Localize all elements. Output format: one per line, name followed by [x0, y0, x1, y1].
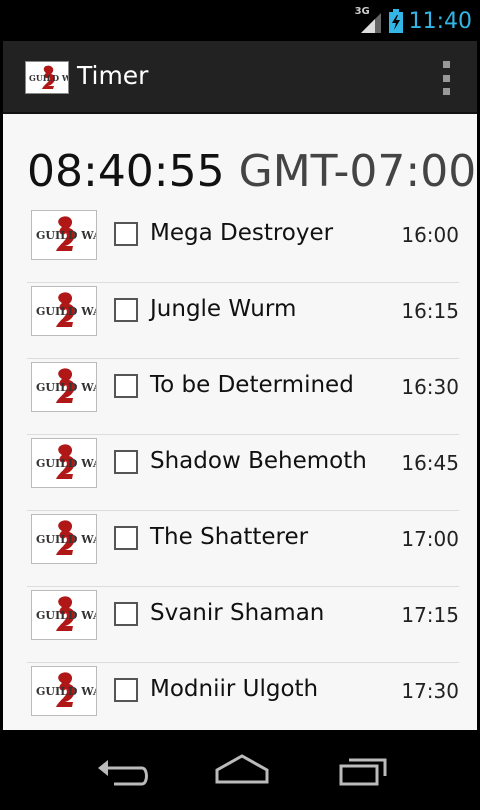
event-checkbox[interactable] — [114, 602, 138, 626]
guild-wars-logo-icon: GUILD WARS — [31, 514, 97, 564]
event-time: 16:30 — [401, 375, 459, 399]
status-bar: 3G 11:40 — [0, 0, 480, 41]
home-icon[interactable] — [212, 748, 272, 792]
list-item[interactable]: GUILD WARS The Shatterer 17:00 — [27, 511, 459, 587]
overflow-menu-icon[interactable] — [441, 61, 451, 95]
event-name: Shadow Behemoth — [150, 448, 367, 474]
list-item[interactable]: GUILD WARS Mega Destroyer 16:00 — [27, 207, 459, 283]
guild-wars-logo-icon: GUILD WARS — [31, 210, 97, 260]
svg-text:GUILD WARS: GUILD WARS — [36, 533, 96, 546]
event-checkbox[interactable] — [114, 374, 138, 398]
event-name: Modniir Ulgoth — [150, 676, 319, 702]
svg-text:GUILD WARS: GUILD WARS — [29, 73, 68, 83]
event-name: Jungle Wurm — [150, 296, 297, 322]
event-name: Mega Destroyer — [150, 220, 334, 246]
svg-text:GUILD WARS: GUILD WARS — [36, 229, 96, 242]
current-time-display: 08:40:55 GMT-07:00 — [27, 146, 476, 197]
signal-icon: 3G — [355, 6, 383, 34]
event-time: 16:00 — [401, 223, 459, 247]
navigation-bar — [0, 730, 480, 810]
status-clock: 11:40 — [408, 8, 472, 34]
guild-wars-logo-icon: GUILD WARS — [31, 666, 97, 716]
battery-charging-icon — [388, 9, 403, 33]
guild-wars-logo-icon: GUILD WARS — [31, 362, 97, 412]
guild-wars-logo-icon: GUILD WARS — [31, 286, 97, 336]
event-time: 17:00 — [401, 527, 459, 551]
event-time: 16:15 — [401, 299, 459, 323]
svg-text:GUILD WARS: GUILD WARS — [36, 381, 96, 394]
event-checkbox[interactable] — [114, 222, 138, 246]
list-item[interactable]: GUILD WARS Svanir Shaman 17:15 — [27, 587, 459, 663]
main-content: 08:40:55 GMT-07:00 GUILD WARS Mega Destr… — [3, 114, 477, 730]
event-time: 17:15 — [401, 603, 459, 627]
svg-text:GUILD WARS: GUILD WARS — [36, 609, 96, 622]
event-name: The Shatterer — [150, 524, 309, 550]
status-icons: 3G 11:40 — [355, 6, 472, 36]
svg-text:GUILD WARS: GUILD WARS — [36, 685, 96, 698]
list-item[interactable]: GUILD WARS Modniir Ulgoth 17:30 — [27, 663, 459, 730]
event-checkbox[interactable] — [114, 678, 138, 702]
event-checkbox[interactable] — [114, 450, 138, 474]
event-time: 16:45 — [401, 451, 459, 475]
event-list: GUILD WARS Mega Destroyer 16:00 GUILD WA… — [27, 207, 459, 730]
event-checkbox[interactable] — [114, 526, 138, 550]
recent-apps-icon[interactable] — [333, 748, 393, 792]
event-time: 17:30 — [401, 679, 459, 703]
event-name: Svanir Shaman — [150, 600, 325, 626]
app-title: Timer — [77, 61, 149, 90]
current-time: 08:40:55 — [27, 146, 225, 197]
guild-wars-logo-icon[interactable]: GUILD WARS — [25, 61, 89, 94]
event-checkbox[interactable] — [114, 298, 138, 322]
svg-text:GUILD WARS: GUILD WARS — [36, 305, 96, 318]
guild-wars-logo-icon: GUILD WARS — [31, 590, 97, 640]
list-item[interactable]: GUILD WARS Shadow Behemoth 16:45 — [27, 435, 459, 511]
list-item[interactable]: GUILD WARS Jungle Wurm 16:15 — [27, 283, 459, 359]
svg-text:GUILD WARS: GUILD WARS — [36, 457, 96, 470]
action-bar: GUILD WARS Timer — [3, 41, 477, 114]
timezone: GMT-07:00 — [238, 146, 477, 197]
list-item[interactable]: GUILD WARS To be Determined 16:30 — [27, 359, 459, 435]
back-icon[interactable] — [92, 748, 152, 792]
guild-wars-logo-icon: GUILD WARS — [31, 438, 97, 488]
event-name: To be Determined — [150, 372, 354, 398]
